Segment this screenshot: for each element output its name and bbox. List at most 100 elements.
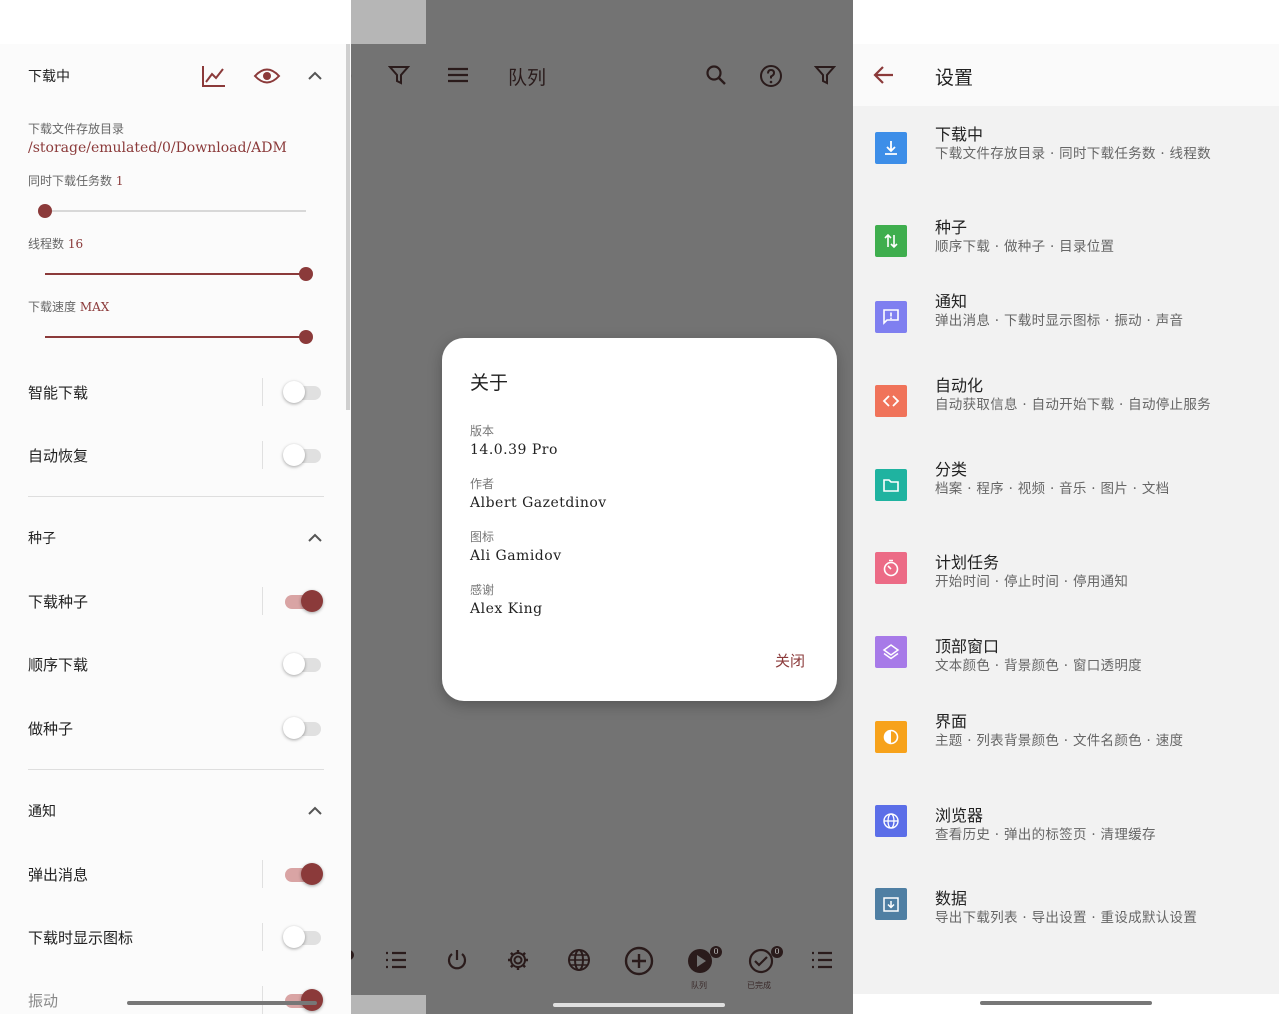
download-torrent-row[interactable]: 下载种子 [28,581,323,621]
download-dir-value[interactable]: /storage/emulated/0/Download/ADM [28,140,287,156]
concurrent-tasks-slider[interactable] [38,203,306,219]
home-indicator[interactable] [127,1001,317,1005]
settings-screen: 设置 下载中 下载文件存放目录 · 同时下载任务数 · 线程数 种子 顺序下载 … [853,0,1279,1014]
status-bar-area [0,0,351,44]
show-icon-label: 下载时显示图标 [28,928,134,947]
slider-thumb[interactable] [299,267,313,281]
completed-nav-label[interactable]: 已完成 [747,980,771,991]
version-label: 版本 [470,424,495,438]
downloading-section-header[interactable]: 下载中 [28,56,323,96]
vibrate-row[interactable]: 振动 [28,980,323,1014]
threads-text: 线程数 [28,237,65,251]
speed-text: 下载速度 [28,300,77,314]
settings-item-title: 计划任务 [935,553,1000,572]
concurrent-tasks-value: 1 [115,174,124,188]
notify-section-title: 通知 [28,804,56,820]
chevron-up-icon[interactable] [307,70,323,82]
auto-resume-label: 自动恢复 [28,446,89,465]
settings-item-summary: 导出下载列表 · 导出设置 · 重设成默认设置 [935,910,1198,926]
list-icon[interactable] [384,948,408,972]
speed-label: 下载速度 MAX [28,298,109,315]
contrast-icon [875,721,907,753]
eye-icon[interactable] [253,66,281,86]
threads-slider[interactable] [45,266,313,282]
thanks-label: 感谢 [470,583,495,597]
scrollbar[interactable] [346,44,350,410]
settings-item-summary: 下载文件存放目录 · 同时下载任务数 · 线程数 [935,146,1211,162]
close-button[interactable]: 关闭 [775,650,805,671]
slider-thumb[interactable] [38,204,52,218]
globe-icon [875,805,907,837]
search-icon[interactable] [705,64,727,86]
chevron-up-icon[interactable] [307,805,323,817]
concurrent-tasks-text: 同时下载任务数 [28,174,113,188]
sequential-download-switch[interactable] [283,653,323,675]
auto-resume-switch[interactable] [283,444,323,466]
speed-value: MAX [79,300,110,314]
smart-download-switch[interactable] [283,381,323,403]
thanks-value: Alex King [470,601,543,617]
slider-thumb[interactable] [299,330,313,344]
speed-slider[interactable] [45,329,313,345]
layers-icon [875,636,907,668]
seeding-row[interactable]: 做种子 [28,708,323,748]
settings-item-summary: 主题 · 列表背景颜色 · 文件名颜色 · 速度 [935,733,1184,749]
threads-label: 线程数 16 [28,235,83,252]
archive-icon [875,888,907,920]
threads-value: 16 [67,237,84,251]
partial-icon [351,64,357,88]
settings-item-title: 浏览器 [935,806,984,825]
help-icon[interactable] [759,64,783,88]
home-indicator[interactable] [980,1001,1152,1005]
swap-vertical-icon [875,225,907,257]
settings-item-summary: 文本颜色 · 背景颜色 · 窗口透明度 [935,658,1142,674]
torrent-section-header[interactable]: 种子 [28,518,323,558]
version-value: 14.0.39 Pro [470,442,558,458]
seeding-switch[interactable] [283,717,323,739]
queue-screen-with-about-dialog: 队列 关于 版本 14.0.39 Pro 作者 Albert Gazetdino… [351,0,853,1014]
add-download-icon[interactable] [624,946,654,976]
popup-message-switch[interactable] [283,863,323,885]
filter-icon[interactable] [814,64,836,86]
settings-item-summary: 顺序下载 · 做种子 · 目录位置 [935,239,1115,255]
settings-item-summary: 档案 · 程序 · 视频 · 音乐 · 图片 · 文档 [935,481,1170,497]
settings-item-title: 种子 [935,218,968,237]
show-icon-switch[interactable] [283,926,323,948]
auto-resume-row[interactable]: 自动恢复 [28,435,323,475]
back-arrow-icon[interactable] [873,64,895,86]
home-indicator[interactable] [553,1003,725,1007]
smart-download-row[interactable]: 智能下载 [28,372,323,412]
menu-icon[interactable] [447,64,469,86]
chart-icon[interactable] [201,64,227,88]
popup-message-label: 弹出消息 [28,865,89,884]
gear-icon[interactable] [506,948,530,972]
author-value: Albert Gazetdinov [470,495,607,511]
queue-nav-label[interactable]: 队列 [691,980,707,991]
queue-title: 队列 [508,67,547,89]
settings-header: 设置 [853,44,1279,106]
settings-item-title: 分类 [935,460,968,479]
download-settings-panel: 下载中 下载文件存放目录 /storage/emulated/0/Downloa… [0,0,351,1014]
list-icon[interactable] [810,948,834,972]
settings-item-title: 下载中 [935,125,984,144]
notify-section-header[interactable]: 通知 [28,791,323,831]
chevron-up-icon[interactable] [307,532,323,544]
settings-item-summary: 开始时间 · 停止时间 · 停用通知 [935,574,1129,590]
popup-message-row[interactable]: 弹出消息 [28,854,323,894]
settings-item-title: 通知 [935,292,968,311]
vibrate-switch[interactable] [283,989,323,1011]
filter-icon[interactable] [388,64,410,86]
downloading-section-title: 下载中 [28,69,70,85]
download-torrent-switch[interactable] [283,590,323,612]
partial-icon [351,948,357,962]
power-icon[interactable] [445,948,469,972]
sequential-download-row[interactable]: 顺序下载 [28,644,323,684]
about-dialog: 关于 版本 14.0.39 Pro 作者 Albert Gazetdinov 图… [442,338,837,701]
code-icon [875,385,907,417]
queue-badge: 0 [710,946,722,958]
download-icon [875,132,907,164]
vibrate-label: 振动 [28,991,59,1010]
show-icon-row[interactable]: 下载时显示图标 [28,917,323,957]
globe-icon[interactable] [567,948,591,972]
smart-download-label: 智能下载 [28,383,89,402]
